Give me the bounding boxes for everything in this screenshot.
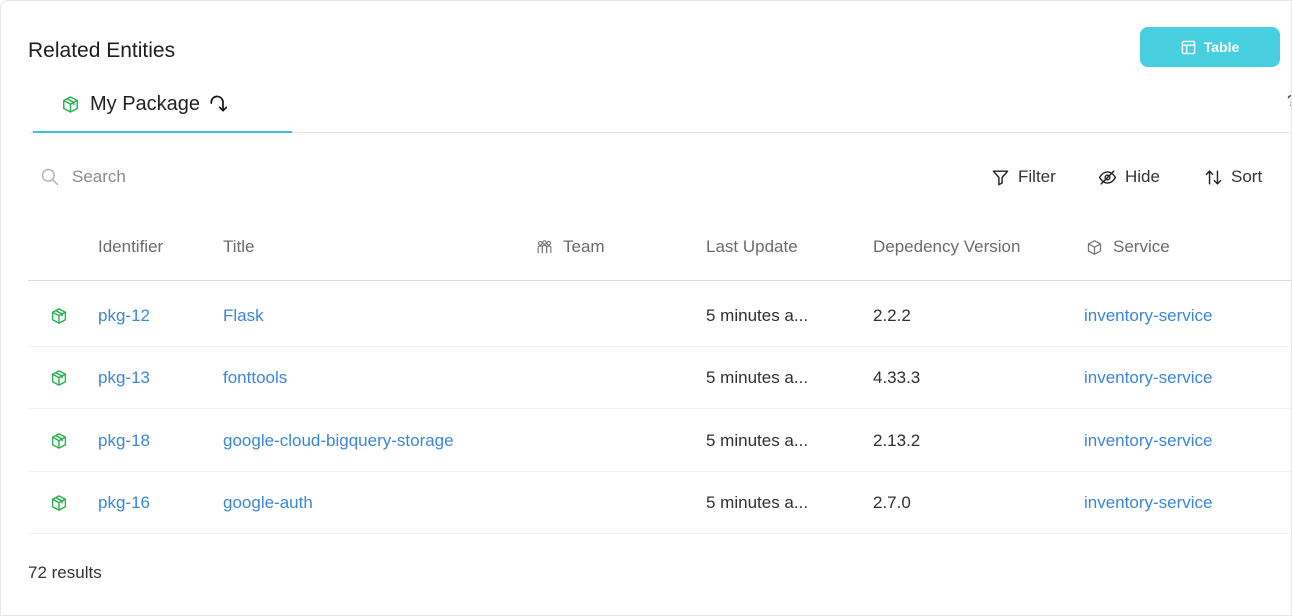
tab-my-package[interactable]: My Package: [33, 77, 292, 133]
filter-label: Filter: [1018, 167, 1056, 186]
table-toolbar: Filter Hide Sort: [28, 157, 1291, 197]
table-header: Identifier Title Team Last Update Depede…: [28, 223, 1291, 281]
identifier-link[interactable]: pkg-13: [98, 347, 150, 409]
package-icon: [50, 410, 68, 472]
table-row[interactable]: pkg-16 google-auth 5 minutes a... 2.7.0 …: [28, 472, 1291, 534]
table-row[interactable]: pkg-12 Flask 5 minutes a... 2.2.2 invent…: [28, 285, 1291, 347]
sort-button[interactable]: Sort: [1204, 157, 1262, 197]
dependency-version-cell: 2.7.0: [873, 493, 911, 512]
related-entities-panel: Related Entities Table ? My Package: [0, 0, 1292, 616]
table-row[interactable]: pkg-13 fonttools 5 minutes a... 4.33.3 i…: [28, 347, 1291, 409]
hide-icon: [1098, 169, 1117, 185]
table-row[interactable]: pkg-18 google-cloud-bigquery-storage 5 m…: [28, 410, 1291, 472]
search-input[interactable]: [72, 167, 372, 187]
results-count: 72 results: [28, 563, 102, 582]
package-icon: [50, 347, 68, 409]
title-link[interactable]: Flask: [223, 285, 264, 347]
tab-label: My Package: [90, 92, 201, 115]
column-header-team[interactable]: Team: [536, 223, 605, 271]
service-link[interactable]: inventory-service: [1084, 410, 1213, 472]
hide-button[interactable]: Hide: [1098, 157, 1160, 197]
dependency-version-cell: 4.33.3: [873, 368, 921, 387]
hide-label: Hide: [1125, 167, 1160, 186]
team-icon: [537, 239, 552, 253]
search-icon: [41, 168, 59, 186]
column-header-identifier[interactable]: Identifier: [98, 223, 163, 271]
package-icon: [50, 285, 68, 347]
dependency-version-cell: 2.2.2: [873, 306, 911, 325]
last-update-cell: 5 minutes a...: [706, 368, 809, 387]
dependency-version-cell: 2.13.2: [873, 431, 921, 450]
identifier-link[interactable]: pkg-16: [98, 472, 150, 534]
relation-direction-icon[interactable]: [208, 94, 228, 114]
search-box[interactable]: [28, 157, 428, 197]
team-header-label: Team: [563, 237, 605, 256]
title-link[interactable]: fonttools: [223, 347, 287, 409]
table-view-label: Table: [1203, 39, 1240, 55]
column-header-service[interactable]: Service: [1086, 223, 1170, 271]
title-link[interactable]: google-auth: [223, 472, 313, 534]
last-update-cell: 5 minutes a...: [706, 493, 809, 512]
service-header-label: Service: [1113, 237, 1170, 256]
column-header-title[interactable]: Title: [223, 223, 255, 271]
package-icon: [50, 472, 68, 534]
service-icon: [1087, 239, 1102, 255]
table-icon: [1181, 40, 1196, 54]
entity-tabs: My Package: [29, 77, 1291, 133]
column-header-last-update[interactable]: Last Update: [706, 223, 798, 271]
last-update-cell: 5 minutes a...: [706, 431, 809, 450]
table-view-button[interactable]: Table: [1140, 27, 1280, 67]
identifier-link[interactable]: pkg-12: [98, 285, 150, 347]
package-icon: [63, 95, 78, 113]
service-link[interactable]: inventory-service: [1084, 347, 1213, 409]
identifier-link[interactable]: pkg-18: [98, 410, 150, 472]
column-header-dependency-version[interactable]: Depedency Version: [873, 223, 1020, 271]
last-update-cell: 5 minutes a...: [706, 306, 809, 325]
service-link[interactable]: inventory-service: [1084, 472, 1213, 534]
filter-button[interactable]: Filter: [991, 157, 1056, 197]
filter-icon: [992, 169, 1009, 185]
panel-title: Related Entities: [28, 39, 176, 62]
service-link[interactable]: inventory-service: [1084, 285, 1213, 347]
sort-icon: [1205, 169, 1222, 185]
title-link[interactable]: google-cloud-bigquery-storage: [223, 410, 454, 472]
sort-label: Sort: [1231, 167, 1263, 186]
